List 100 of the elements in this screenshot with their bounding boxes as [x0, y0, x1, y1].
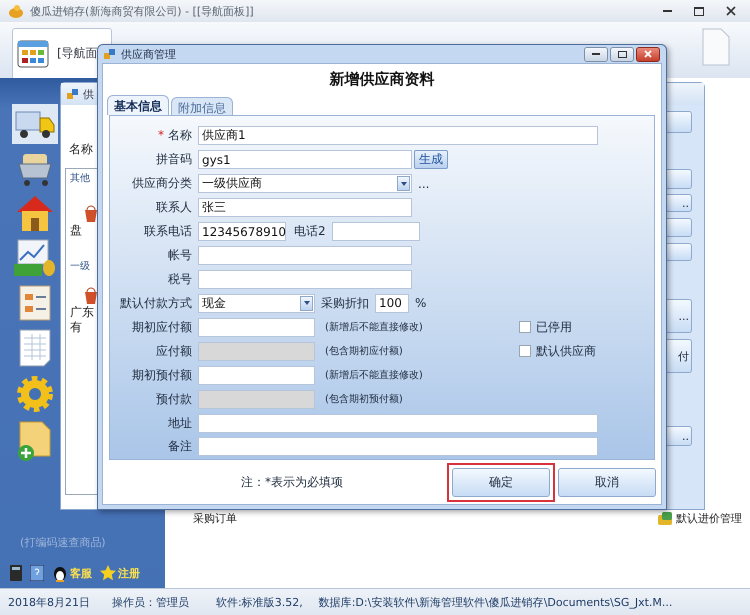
side-button[interactable]: ..: [666, 194, 692, 212]
generate-button[interactable]: 生成: [414, 150, 448, 170]
field-label: 备注: [167, 438, 192, 456]
maximize-button[interactable]: [610, 46, 634, 62]
field-label: 采购折扣: [321, 294, 369, 312]
cancel-button[interactable]: 取消: [558, 468, 656, 496]
field-label: 地址: [167, 414, 192, 432]
input-field[interactable]: 供应商1: [198, 126, 598, 146]
field-label: 期初预付额: [131, 366, 192, 384]
field-label: 应付额: [155, 342, 192, 360]
minimize-icon[interactable]: [663, 10, 672, 12]
help-book-icon[interactable]: [30, 565, 44, 581]
money-chart-icon[interactable]: [14, 238, 56, 278]
input-field[interactable]: 一级供应商: [198, 174, 412, 194]
ok-button[interactable]: 确定: [452, 468, 550, 496]
field-note: (包含期初预付额): [325, 392, 404, 406]
sidebar-link[interactable]: 注册: [118, 566, 140, 580]
checkbox-label: 默认供应商: [536, 342, 596, 360]
field-label: 供应商分类: [131, 175, 192, 192]
window-title: 供: [83, 86, 94, 102]
dashboard-icon: [17, 40, 49, 68]
field-label: 电话2: [294, 223, 326, 240]
checkbox[interactable]: [519, 345, 531, 358]
field-note: (新增后不能直接修改): [325, 320, 424, 334]
maximize-icon[interactable]: [694, 6, 704, 16]
field-label: 帐号: [167, 247, 192, 264]
more-button[interactable]: ...: [418, 176, 430, 191]
input-field[interactable]: 现金: [198, 294, 315, 313]
side-button[interactable]: [666, 169, 692, 189]
field-label: 联系电话: [143, 223, 192, 240]
field-label: 拼音码: [155, 151, 192, 168]
unit-label: %: [415, 296, 426, 310]
input-field[interactable]: [332, 222, 420, 242]
close-icon: [644, 50, 652, 58]
nav-item[interactable]: 采购订单: [193, 511, 237, 526]
field-label: 税号: [167, 270, 192, 288]
caret-icon: [400, 182, 406, 186]
list-item[interactable]: 一级: [70, 261, 100, 272]
input-field[interactable]: gys1: [198, 150, 412, 170]
window-title: 傻瓜进销存(新海商贸有限公司) - [[导航面板]]: [30, 4, 254, 18]
nav-tab[interactable]: [导航面: [12, 28, 112, 78]
field-label: 联系人: [155, 199, 192, 216]
sidebar-link[interactable]: 客服: [70, 566, 92, 580]
status-text: 软件:标准版3.52,: [215, 594, 304, 610]
star-icon[interactable]: [100, 565, 116, 581]
caret-icon: [304, 301, 310, 306]
price-icon[interactable]: [658, 512, 674, 526]
side-button[interactable]: ..: [666, 426, 692, 446]
field-label: 名称: [68, 141, 94, 158]
list-item[interactable]: 盘: [70, 224, 100, 238]
input-field[interactable]: [198, 246, 412, 266]
dialog-title: 供应商管理: [121, 46, 176, 62]
close-icon[interactable]: [726, 6, 736, 16]
penguin-icon[interactable]: [52, 564, 68, 582]
side-button[interactable]: [666, 243, 692, 261]
input-field[interactable]: 张三: [198, 198, 412, 218]
checkbox-label: 已停用: [536, 318, 572, 336]
field-label: 预付款: [155, 390, 192, 408]
side-button[interactable]: [666, 111, 692, 133]
input-field[interactable]: [198, 270, 412, 289]
tab[interactable]: 基本信息: [107, 95, 169, 115]
field-note: (新增后不能直接修改): [325, 368, 424, 382]
status-text: 2018年8月21日: [7, 594, 91, 610]
list-item[interactable]: 广东: [70, 306, 100, 320]
search-hint: (打编码速查商品): [19, 535, 107, 550]
gear-icon[interactable]: [15, 374, 55, 414]
input-field[interactable]: [198, 318, 315, 337]
field-note: (包含期初应付额): [325, 344, 404, 358]
input-field[interactable]: 100: [375, 294, 409, 313]
app-icon: [8, 4, 24, 18]
footer-note: 注：*表示为必填项: [241, 474, 343, 490]
side-button[interactable]: [666, 218, 692, 237]
side-button[interactable]: 付: [666, 339, 692, 373]
truck-icon[interactable]: [12, 104, 58, 144]
basket-icon: [84, 286, 98, 304]
input-field[interactable]: 12345678910: [198, 222, 286, 242]
list-item[interactable]: 其他: [70, 173, 100, 184]
minimize-icon: [592, 52, 600, 56]
house-icon[interactable]: [15, 194, 55, 232]
calculator-icon[interactable]: [10, 565, 22, 581]
input-field[interactable]: [198, 437, 598, 456]
document-icon[interactable]: [18, 284, 52, 322]
spreadsheet-icon[interactable]: [18, 328, 52, 368]
tab[interactable]: 附加信息: [171, 97, 233, 115]
nav-item[interactable]: 默认进价管理: [676, 511, 742, 526]
window-icon: [104, 48, 116, 60]
close-button[interactable]: [636, 46, 660, 62]
field-label: * 名称: [157, 127, 192, 144]
input-field[interactable]: [198, 414, 598, 433]
maximize-icon: [618, 50, 626, 58]
basket-icon: [84, 204, 98, 222]
status-text: 数据库:D:\安装软件\新海管理软件\傻瓜进销存\Documents\SG_Jxt.M...: [318, 594, 674, 610]
field-label: 期初应付额: [131, 318, 192, 336]
dialog-heading: 新增供应商资料: [328, 69, 436, 90]
side-button[interactable]: ...: [666, 299, 692, 333]
status-text: 操作员：管理员: [111, 594, 190, 610]
list-item[interactable]: 有: [70, 321, 100, 335]
checkbox[interactable]: [519, 321, 531, 334]
minimize-button[interactable]: [584, 46, 608, 62]
input-field[interactable]: [198, 366, 315, 385]
